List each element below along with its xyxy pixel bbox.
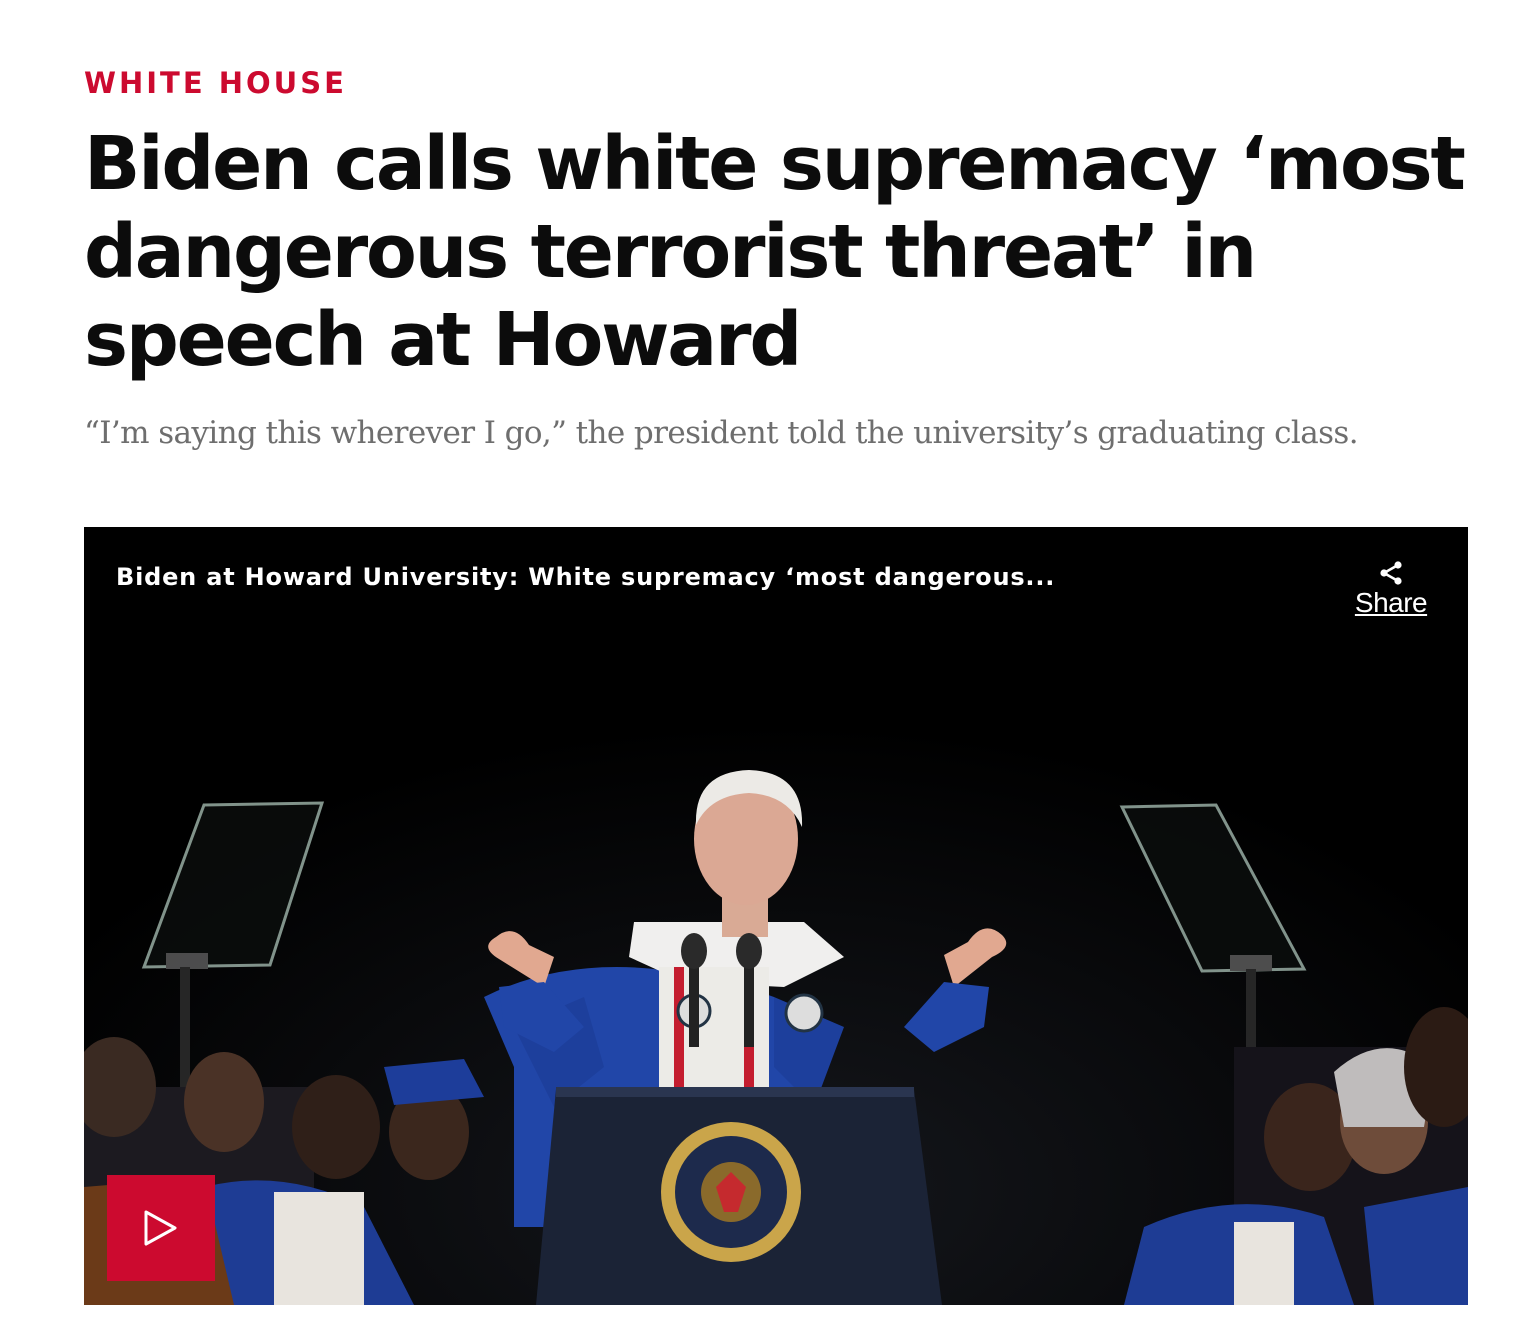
video-player[interactable]: Biden at Howard University: White suprem… (84, 527, 1468, 1305)
dek: “I’m saying this wherever I go,” the pre… (84, 415, 1359, 451)
play-button[interactable] (107, 1175, 215, 1281)
share-label: Share (1354, 587, 1428, 618)
podium (536, 1087, 942, 1305)
play-icon (144, 1210, 177, 1246)
share-button[interactable]: Share (1346, 559, 1436, 629)
section-label[interactable]: WHITE HOUSE (84, 66, 347, 100)
share-icon (1380, 561, 1402, 585)
headline: Biden calls white supremacy ‘most danger… (84, 121, 1466, 383)
video-thumbnail (84, 527, 1468, 1305)
video-title[interactable]: Biden at Howard University: White suprem… (116, 563, 1055, 591)
